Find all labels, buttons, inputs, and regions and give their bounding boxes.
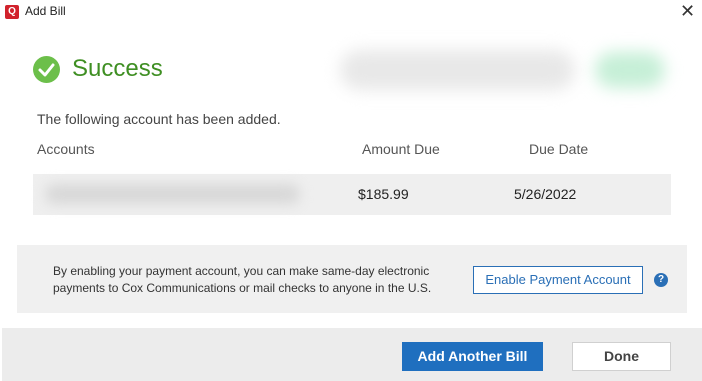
add-another-bill-button[interactable]: Add Another Bill <box>402 342 543 371</box>
column-header-due-date: Due Date <box>529 141 589 157</box>
window-title: Add Bill <box>25 4 66 18</box>
check-circle-icon <box>33 56 60 83</box>
payment-account-panel: By enabling your payment account, you ca… <box>17 245 687 313</box>
payment-account-description: By enabling your payment account, you ca… <box>53 263 463 297</box>
done-button[interactable]: Done <box>572 342 671 371</box>
amount-due-value: $185.99 <box>358 186 409 202</box>
enable-payment-account-button[interactable]: Enable Payment Account <box>473 266 643 294</box>
table-row: $185.99 5/26/2022 <box>33 174 671 215</box>
dialog-footer: Add Another Bill Done <box>2 328 702 381</box>
description-line-1: By enabling your payment account, you ca… <box>53 264 430 278</box>
column-header-accounts: Accounts <box>37 141 95 157</box>
blurred-account-name <box>45 184 300 204</box>
added-message: The following account has been added. <box>37 111 281 127</box>
blurred-payee-logo <box>595 52 665 88</box>
close-icon[interactable]: ✕ <box>680 1 695 21</box>
success-heading: Success <box>72 55 163 82</box>
due-date-value: 5/26/2022 <box>514 186 577 202</box>
quicken-logo-icon: Q <box>5 5 19 19</box>
description-line-2: payments to Cox Communications or mail c… <box>53 281 432 295</box>
blurred-payee-name <box>340 50 575 90</box>
title-bar: Q Add Bill ✕ <box>0 0 702 24</box>
help-icon[interactable]: ? <box>654 273 668 287</box>
column-header-amount-due: Amount Due <box>362 141 440 157</box>
